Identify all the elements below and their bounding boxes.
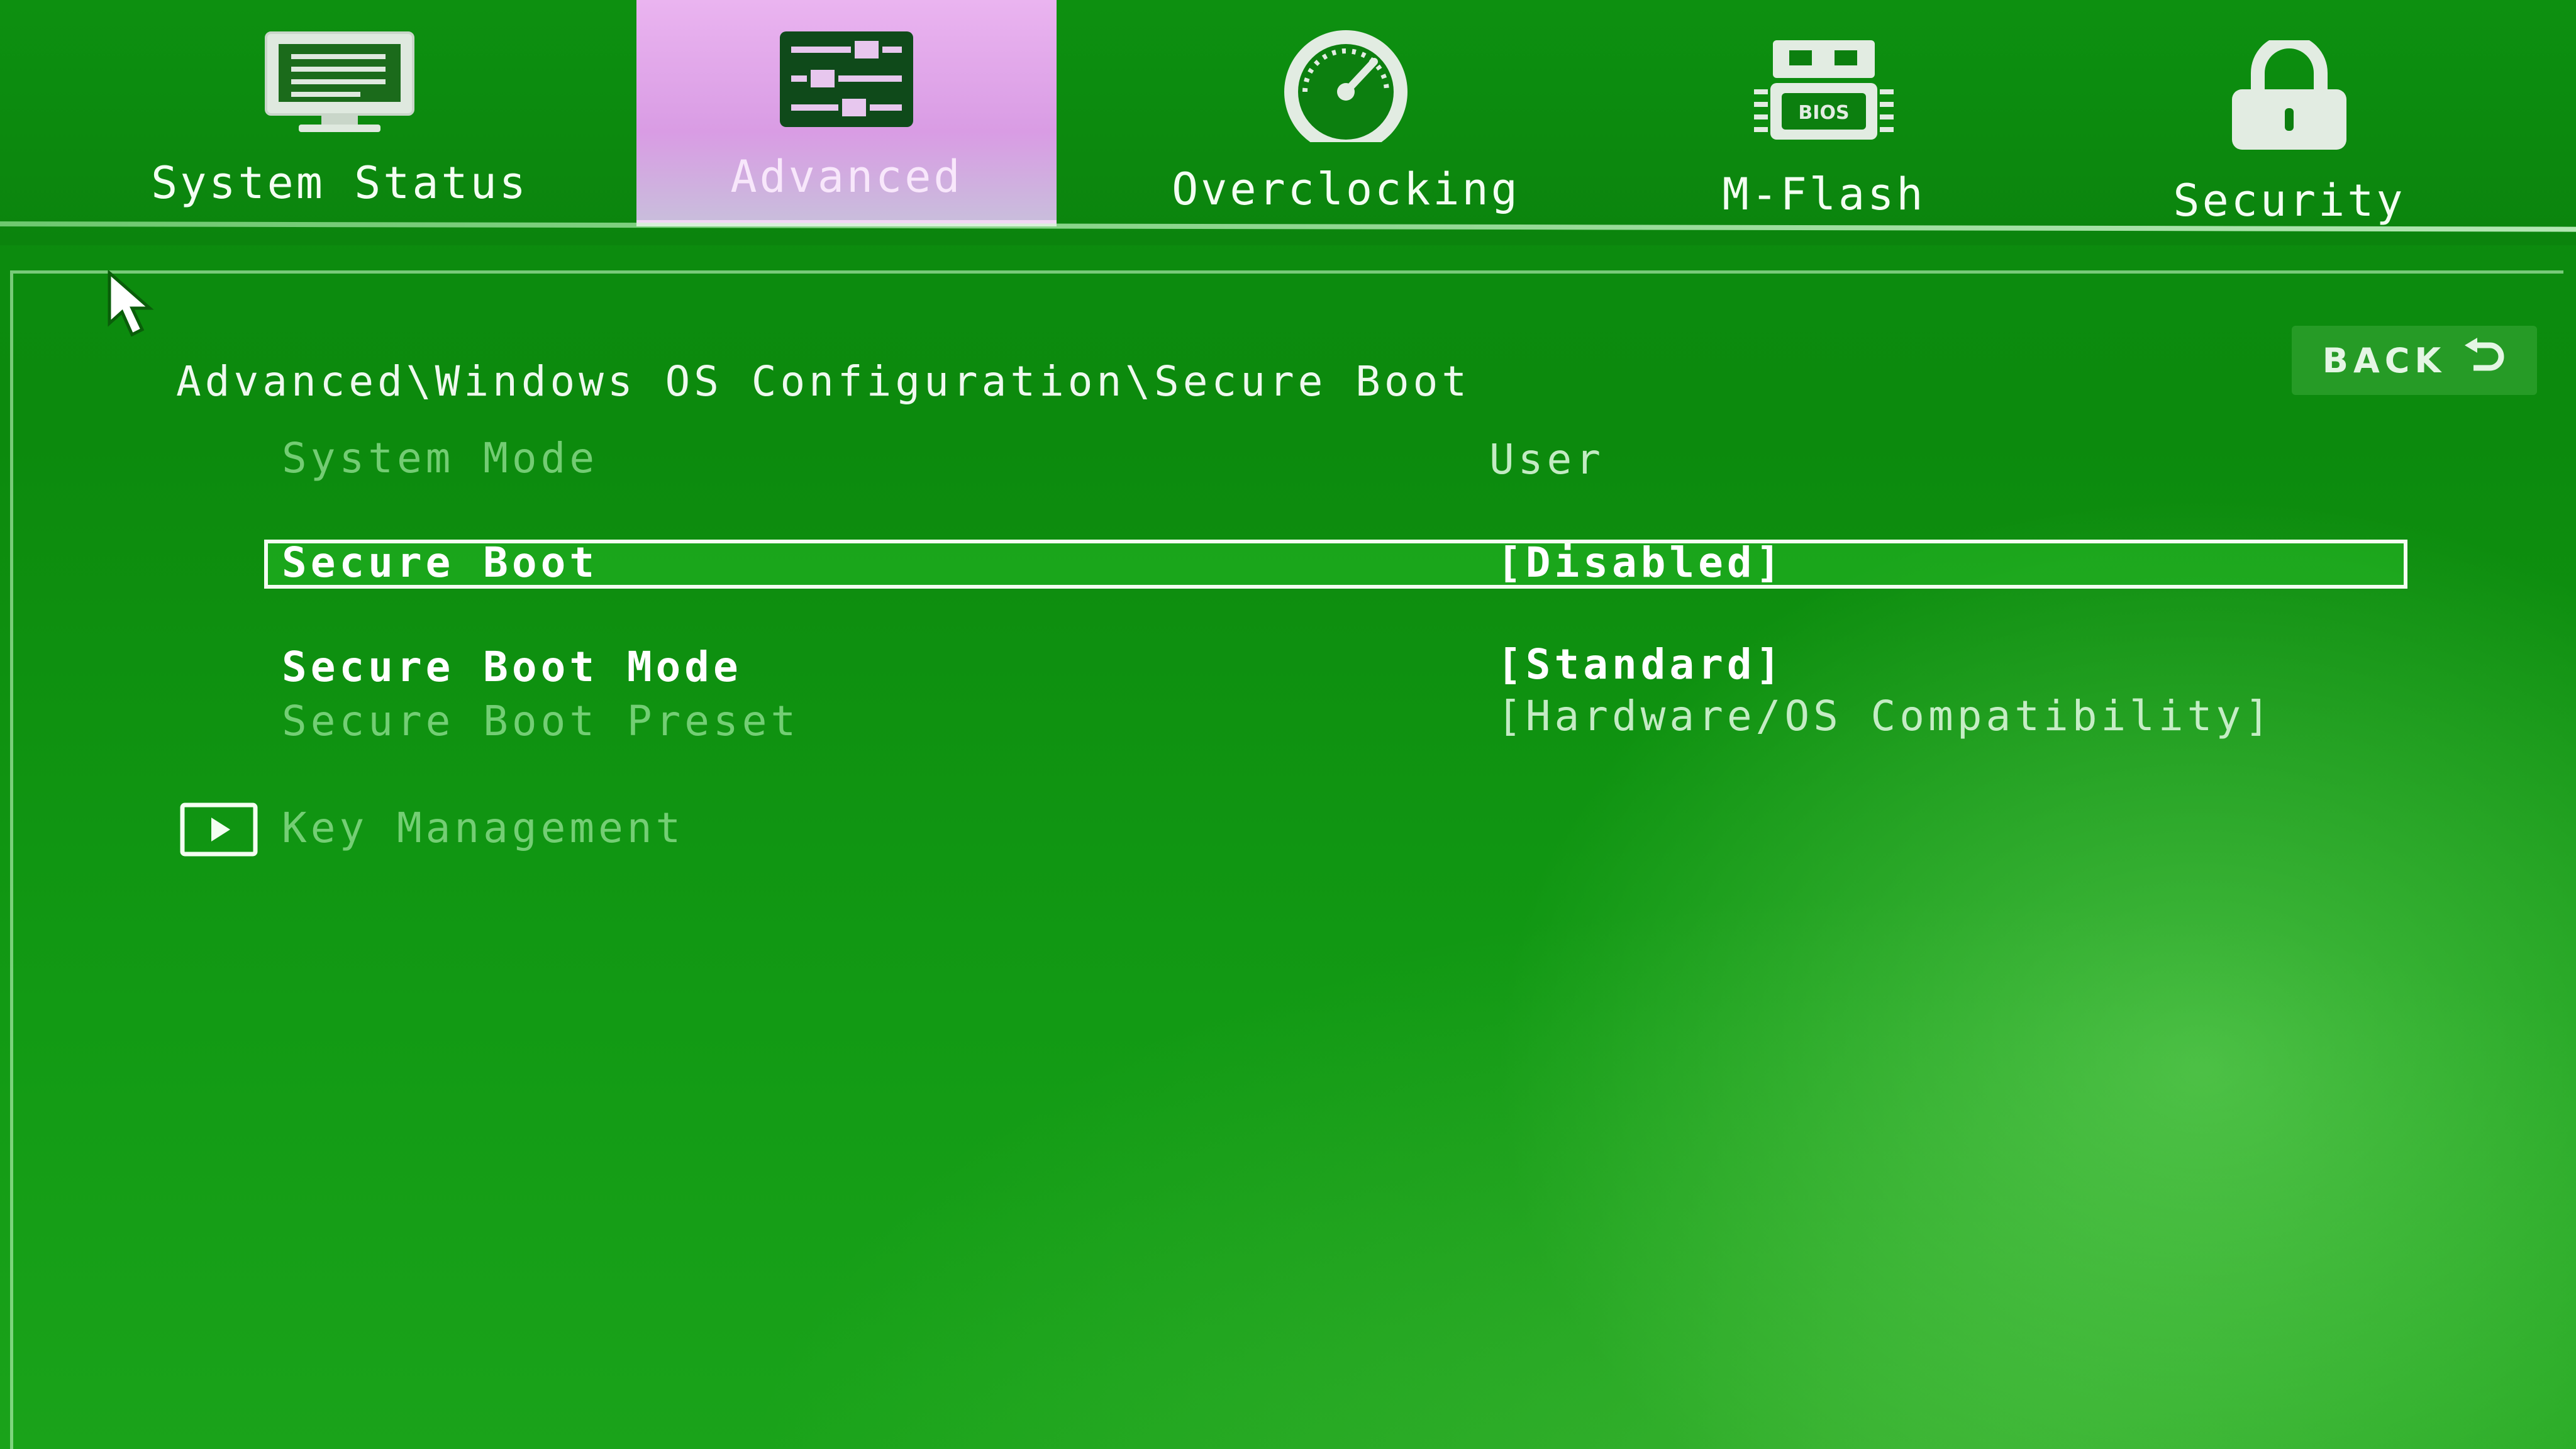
monitor-icon — [261, 29, 418, 138]
secure-boot-mode-value[interactable]: [Standard] — [1497, 640, 1784, 689]
gauge-icon — [1274, 29, 1418, 153]
back-button[interactable]: BACK — [2292, 326, 2537, 395]
mouse-cursor-icon — [106, 269, 162, 342]
breadcrumb: Advanced\Windows OS Configuration\Secure… — [176, 357, 1471, 406]
tab-system-status[interactable]: System Status — [107, 0, 572, 226]
tab-label: M-Flash — [1722, 169, 1926, 220]
back-button-label: BACK — [2322, 340, 2446, 380]
tab-advanced[interactable]: Advanced — [636, 0, 1057, 226]
submenu-arrow-icon[interactable] — [180, 802, 258, 859]
secure-boot-value[interactable]: [Disabled] — [1497, 538, 1784, 587]
sliders-icon — [777, 29, 916, 132]
tab-label: Security — [2173, 175, 2406, 226]
secure-boot-preset-value: [Hardware/OS Compatibility] — [1497, 692, 2273, 740]
tab-label: Overclocking — [1172, 164, 1520, 215]
top-tab-bar: System Status Advanced Overclocking BIOS… — [0, 0, 2576, 245]
return-arrow-icon — [2462, 337, 2506, 384]
tab-m-flash[interactable]: BIOS M-Flash — [1623, 0, 2025, 226]
tab-security[interactable]: Security — [2075, 0, 2503, 226]
bios-chip-icon: BIOS — [1752, 34, 1896, 150]
lock-icon — [2223, 35, 2355, 156]
secure-boot-preset-label: Secure Boot Preset — [282, 697, 800, 745]
system-mode-value: User — [1489, 435, 1604, 484]
bios-chip-text: BIOS — [1798, 102, 1850, 124]
secure-boot-label: Secure Boot — [282, 538, 599, 587]
key-management-label[interactable]: Key Management — [282, 804, 684, 852]
secure-boot-mode-label[interactable]: Secure Boot Mode — [282, 643, 742, 691]
system-mode-label: System Mode — [282, 434, 599, 482]
tab-label: System Status — [151, 157, 528, 209]
tab-overclocking[interactable]: Overclocking — [1126, 0, 1566, 226]
tab-label: Advanced — [730, 151, 963, 203]
